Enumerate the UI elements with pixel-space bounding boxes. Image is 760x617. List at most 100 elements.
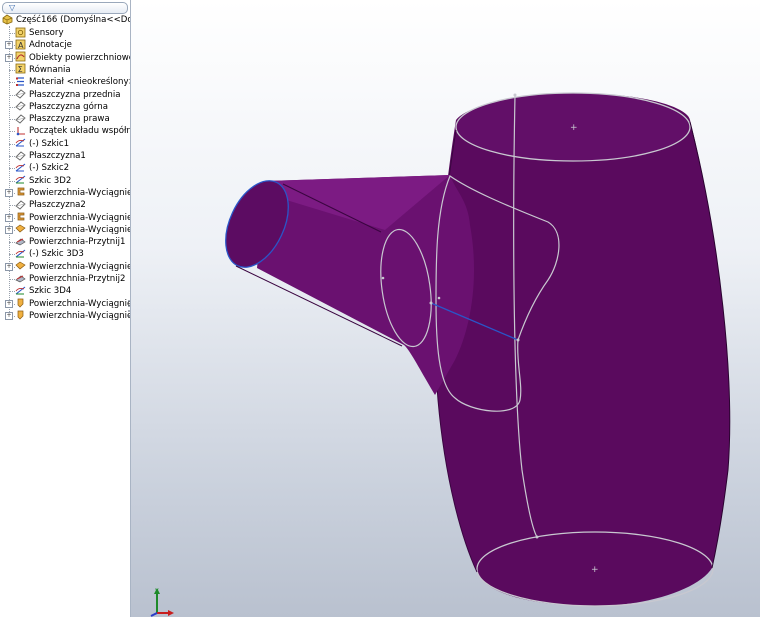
tree-item-label: Sensory xyxy=(29,28,64,38)
tree-item-label: Płaszczyzna górna xyxy=(29,101,108,112)
plane-icon xyxy=(15,88,26,99)
tree-item-label: Powierzchnia-Wyciągnięcie xyxy=(29,224,130,235)
tree-item[interactable]: Powierzchnia-Wyciągnięcie xyxy=(15,224,130,236)
tree-filter-bar[interactable]: ▽ xyxy=(2,2,128,14)
tree-connector-branch xyxy=(9,180,15,182)
sensor-icon xyxy=(15,27,26,38)
tree-item-label: Szkic 3D2 xyxy=(29,175,72,186)
tree-item-label: Materiał <nieokreślony> xyxy=(29,77,131,88)
tree-item[interactable]: Szkic 3D4 xyxy=(15,285,71,297)
tree-item[interactable]: Σ Równania xyxy=(15,63,71,76)
edge-endpoint xyxy=(516,338,520,342)
tree-item[interactable]: Powierzchnia-Przytnij2 xyxy=(15,273,125,285)
expand-toggle[interactable]: + xyxy=(5,299,13,308)
tree-item-label: Płaszczyzna2 xyxy=(29,200,86,211)
tree-connector-branch xyxy=(9,242,15,244)
expand-toggle[interactable]: + xyxy=(5,311,13,320)
annotation-icon: A xyxy=(15,39,26,50)
seam-top-point xyxy=(513,93,517,97)
part-icon xyxy=(2,14,13,25)
barrel-body[interactable] xyxy=(436,93,730,607)
expand-toggle[interactable]: + xyxy=(5,41,13,50)
tree-connector-branch xyxy=(9,131,15,133)
tree-item[interactable]: Powierzchnia-Wyciągnięcie xyxy=(15,186,130,199)
tree-item[interactable]: Płaszczyzna2 xyxy=(15,199,86,211)
tree-item[interactable]: A Adnotacje xyxy=(15,39,72,51)
sketch3d-icon xyxy=(15,248,26,259)
svg-text:Σ: Σ xyxy=(18,65,23,74)
expand-toggle[interactable]: + xyxy=(5,225,13,234)
extrude-surface-icon xyxy=(15,211,26,222)
expand-toggle[interactable]: + xyxy=(5,213,13,222)
tree-item-label: Powierzchnia-Przytnij2 xyxy=(29,274,126,284)
plane-icon xyxy=(15,113,26,124)
tree-item[interactable]: Sensory xyxy=(15,27,64,39)
sketch-icon xyxy=(15,162,26,173)
surface-bodies-icon xyxy=(15,51,26,62)
seam-point xyxy=(535,535,539,539)
tree-item[interactable]: Szkic 3D2 xyxy=(15,175,71,187)
material-icon xyxy=(15,76,26,87)
filter-icon[interactable]: ▽ xyxy=(9,3,15,13)
loft-surface-icon xyxy=(15,260,26,271)
tree-connector-branch xyxy=(9,82,15,84)
svg-text:A: A xyxy=(18,41,24,50)
expand-toggle[interactable]: + xyxy=(5,262,13,271)
tree-item[interactable]: Płaszczyzna prawa xyxy=(15,113,110,125)
tree-item-label: Powierzchnia-Wyciągnięcie xyxy=(29,310,130,321)
sketch3d-icon xyxy=(15,285,26,296)
tree-item-label: Powierzchnia-Przytnij1 xyxy=(29,237,126,248)
sweep-surface-icon xyxy=(15,297,26,308)
model-view[interactable]: + + xyxy=(131,0,760,617)
tree-item-label: Obiekty powierzchniowe(6) xyxy=(29,52,130,63)
extrude-surface-icon xyxy=(15,186,26,197)
tree-item-label: Powierzchnia-Wyciągnięcie xyxy=(29,298,130,309)
tree-item[interactable]: Powierzchnia-Wyciągnięcie xyxy=(15,211,130,224)
expand-toggle[interactable]: + xyxy=(5,188,13,197)
plane-icon xyxy=(15,150,26,161)
tree-connector-branch xyxy=(9,168,15,170)
trim-surface-icon xyxy=(15,273,26,284)
top-center-marker: + xyxy=(570,123,578,133)
tree-item-label: (-) Szkic 3D3 xyxy=(29,249,84,260)
expand-toggle[interactable]: + xyxy=(5,53,13,62)
tree-connector-branch xyxy=(9,106,15,108)
plane-icon xyxy=(15,199,26,210)
tree-item[interactable]: Powierzchnia-Przytnij1 xyxy=(15,236,125,248)
tree-item-label: Szkic 3D4 xyxy=(29,286,72,297)
tree-item-label: Płaszczyzna przednia xyxy=(29,89,121,100)
tree-connector-branch xyxy=(9,156,15,157)
tree-item[interactable]: Powierzchnia-Wyciągnięcie xyxy=(15,260,130,273)
bottom-center-marker: + xyxy=(591,565,599,575)
tree-item[interactable]: Płaszczyzna przednia xyxy=(15,89,121,101)
tree-connector-branch xyxy=(9,33,15,34)
tree-item[interactable]: (-) Szkic 3D3 xyxy=(15,248,84,260)
plane-icon xyxy=(15,100,26,111)
tree-item[interactable]: Początek układu współrzędn xyxy=(15,125,130,137)
tree-item[interactable]: (-) Szkic2 xyxy=(15,162,69,174)
equations-icon: Σ xyxy=(15,63,26,74)
tree-root-part[interactable]: Część166 (Domyślna<<Domyś xyxy=(2,14,130,26)
tree-connector-branch xyxy=(9,119,15,121)
tree-item-label: Adnotacje xyxy=(29,40,72,51)
tree-item[interactable]: Materiał <nieokreślony> xyxy=(15,76,131,88)
tree-item[interactable]: Obiekty powierzchniowe(6) xyxy=(15,51,130,64)
tree-item-label: Płaszczyzna prawa xyxy=(29,114,110,125)
tree-item[interactable]: Płaszczyzna górna xyxy=(15,101,108,113)
tree-item[interactable]: (-) Szkic1 xyxy=(15,138,69,150)
sketch-icon xyxy=(15,137,26,148)
triad-y-label: Y xyxy=(154,588,159,595)
tree-connector-branch xyxy=(9,279,15,280)
tree-connector-branch xyxy=(9,205,15,207)
graphics-viewport[interactable]: + + xyxy=(131,0,760,617)
ring-point xyxy=(437,296,441,300)
tree-item-label: (-) Szkic1 xyxy=(29,138,70,149)
tree-connector-branch xyxy=(9,254,15,256)
tree-item[interactable]: Płaszczyzna1 xyxy=(15,150,86,162)
tree-item[interactable]: Powierzchnia-Wyciągnięcie xyxy=(15,297,130,310)
trim-surface-icon xyxy=(15,236,26,247)
tree-item-label: (-) Szkic2 xyxy=(29,163,70,174)
feature-manager-tree: ▽ Część166 (Domyślna<<Domyś Sensory A Adno… xyxy=(0,0,131,617)
tree-item[interactable]: Powierzchnia-Wyciągnięcie xyxy=(15,310,130,322)
edge-startpoint xyxy=(429,301,433,305)
